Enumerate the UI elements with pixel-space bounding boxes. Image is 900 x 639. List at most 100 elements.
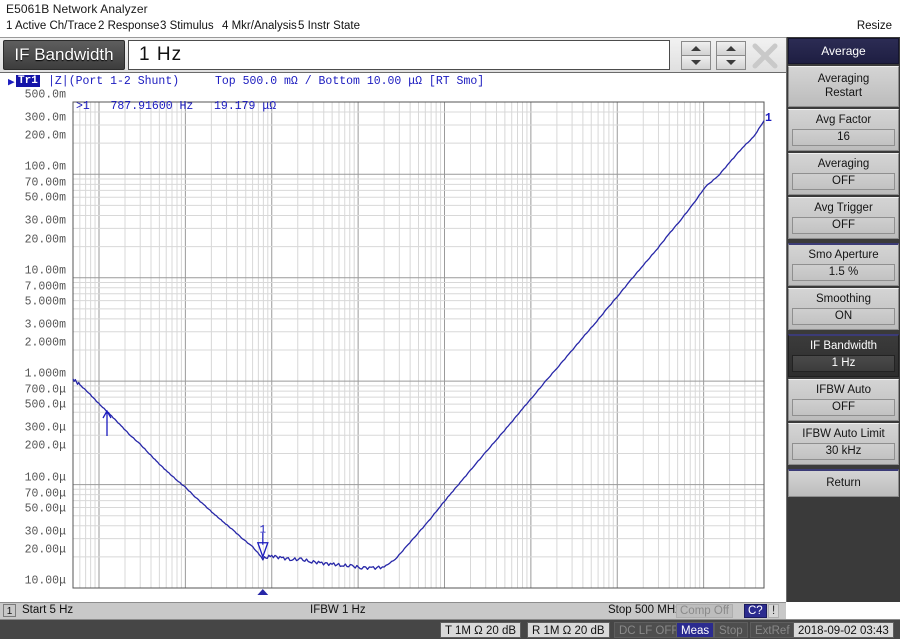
entry-value-field[interactable]: 1 Hz: [128, 40, 670, 70]
softkey-avg-trigger[interactable]: Avg Trigger OFF: [788, 197, 899, 239]
sweep-stop-label[interactable]: Stop 500 MHz: [608, 604, 681, 616]
y-tick-label: 70.00μ: [24, 487, 66, 501]
sweep-start-label[interactable]: Start 5 Hz: [22, 604, 73, 616]
softkey-label: Smoothing: [816, 293, 871, 305]
softkey-panel[interactable]: Average Averaging Restart Avg Factor 16 Aver…: [786, 37, 900, 602]
arrow-down-icon: [691, 60, 701, 65]
menu-item-3[interactable]: 3 Stimulus: [160, 20, 214, 32]
status-item-2[interactable]: DC LF OFF: [614, 622, 684, 638]
plot-area[interactable]: 500.0m 300.0m 200.0m 100.0m 70.00m 50.00m 30.0…: [0, 88, 786, 596]
marker-end-label: 1: [765, 112, 772, 125]
softkey-averaging[interactable]: Averaging OFF: [788, 153, 899, 195]
status-item-1[interactable]: R 1M Ω 20 dB: [527, 622, 610, 638]
resize-label[interactable]: Resize: [857, 20, 892, 32]
softkey-ifbw-auto-limit[interactable]: IFBW Auto Limit 30 kHz: [788, 423, 899, 465]
softkey-value[interactable]: 1 Hz: [792, 355, 895, 372]
softkey-smoothing[interactable]: Smoothing ON: [788, 288, 899, 330]
y-axis-tick-labels: 500.0m 300.0m 200.0m 100.0m 70.00m 50.00m 30.0…: [0, 88, 72, 596]
stepper-down-button[interactable]: [681, 55, 711, 70]
status-item-3[interactable]: Meas: [676, 622, 715, 638]
plot-svg: 1: [72, 101, 765, 595]
x-axis-marker-triangle-icon: [257, 589, 269, 595]
y-tick-label: 1.000m: [24, 367, 66, 381]
arrow-up-icon: [726, 46, 736, 51]
y-tick-label: 3.000m: [24, 318, 66, 332]
status-item-0[interactable]: T 1M Ω 20 dB: [440, 622, 522, 638]
softkey-label: Return: [826, 477, 861, 489]
y-tick-label: 700.0μ: [24, 383, 66, 397]
stepper-down-button[interactable]: [716, 55, 746, 70]
trace-selector[interactable]: Tr1: [16, 75, 40, 87]
marker-readout: >1 787.91600 Hz 19.179 μΩ: [76, 100, 277, 113]
menu-item-2[interactable]: 2 Response: [98, 20, 159, 32]
close-entry-button[interactable]: [750, 41, 780, 70]
entry-parameter-label: IF Bandwidth: [3, 40, 125, 70]
softkey-label: Avg Trigger: [814, 202, 873, 214]
softkey-avg-factor[interactable]: Avg Factor 16: [788, 109, 899, 151]
entry-stepper-fine[interactable]: [716, 41, 746, 70]
softkey-averaging-restart[interactable]: Averaging Restart: [788, 66, 899, 107]
softkey-value[interactable]: OFF: [792, 217, 895, 234]
y-tick-label: 7.000m: [24, 280, 66, 294]
app-title: E5061B Network Analyzer: [6, 2, 148, 16]
status-item-5[interactable]: ExtRef: [750, 622, 795, 638]
softkey-label: Smo Aperture: [808, 249, 879, 261]
y-tick-label: 50.00m: [24, 191, 66, 205]
y-tick-label: 10.00μ: [24, 574, 66, 588]
menu-item-4[interactable]: 4 Mkr/Analysis: [222, 20, 297, 32]
marker-1[interactable]: 1: [256, 525, 269, 559]
channel-number-badge[interactable]: 1: [3, 604, 16, 617]
softkey-label: IFBW Auto Limit: [802, 428, 885, 440]
softkey-list: Averaging Restart Avg Factor 16 Averaging OFF…: [787, 66, 900, 497]
entry-bar: IF Bandwidth 1 Hz: [0, 37, 786, 73]
softkey-value[interactable]: OFF: [792, 399, 895, 416]
trace-format-label: |Z|(Port 1-2 Shunt): [48, 75, 180, 88]
active-trace-caret-icon: ▶: [8, 77, 15, 89]
stepper-up-button[interactable]: [716, 41, 746, 55]
status-item-4[interactable]: Stop: [714, 622, 748, 638]
menu-item-5[interactable]: 5 Instr State: [298, 20, 360, 32]
softkey-value[interactable]: 30 kHz: [792, 443, 895, 460]
grid-lines: [72, 101, 765, 589]
status-bar: T 1M Ω 20 dB R 1M Ω 20 dB DC LF OFF Meas Sto…: [0, 619, 900, 639]
softkey-label: Averaging: [817, 158, 870, 170]
status-item-6[interactable]: 2018-09-02 03:43: [793, 622, 894, 638]
y-tick-label: 200.0m: [24, 129, 66, 143]
softkey-value[interactable]: OFF: [792, 173, 895, 190]
arrow-up-icon: [691, 46, 701, 51]
compensation-status-badge[interactable]: Comp Off: [676, 604, 733, 618]
softkey-label: IF Bandwidth: [809, 340, 878, 352]
softkey-value[interactable]: ON: [792, 308, 895, 325]
softkey-smo-aperture[interactable]: Smo Aperture 1.5 %: [788, 243, 899, 286]
softkey-ifbw-auto[interactable]: IFBW Auto OFF: [788, 379, 899, 421]
y-tick-label: 70.00m: [24, 176, 66, 190]
y-tick-label: 50.00μ: [24, 502, 66, 516]
y-tick-label: 30.00m: [24, 214, 66, 228]
y-tick-label: 300.0μ: [24, 421, 66, 435]
y-tick-label: 100.0m: [24, 160, 66, 174]
stepper-up-button[interactable]: [681, 41, 711, 55]
y-tick-label: 100.0μ: [24, 471, 66, 485]
menu-item-1[interactable]: 1 Active Ch/Trace: [6, 20, 96, 32]
softkey-value[interactable]: 16: [792, 129, 895, 146]
y-tick-label: 10.00m: [24, 264, 66, 278]
close-x-icon: [752, 43, 778, 68]
softkey-label: Averaging Restart: [817, 73, 870, 99]
trace-info-bar: ▶ Tr1 |Z|(Port 1-2 Shunt) Top 500.0 mΩ /…: [0, 74, 786, 90]
y-tick-label: 200.0μ: [24, 439, 66, 453]
graph-canvas[interactable]: 1: [72, 95, 765, 595]
softkey-return[interactable]: Return: [788, 469, 899, 497]
y-tick-label: 5.000m: [24, 295, 66, 309]
softkey-value[interactable]: 1.5 %: [792, 264, 895, 281]
y-tick-label: 300.0m: [24, 111, 66, 125]
cal-status-badge[interactable]: C?: [744, 604, 767, 618]
sweep-ifbw-label[interactable]: IFBW 1 Hz: [310, 604, 366, 616]
trace-scale-label: Top 500.0 mΩ / Bottom 10.00 μΩ [RT Smo]: [215, 75, 485, 88]
softkey-if-bandwidth[interactable]: IF Bandwidth 1 Hz: [788, 334, 899, 377]
y-tick-label: 20.00m: [24, 233, 66, 247]
y-tick-label: 500.0m: [24, 88, 66, 102]
y-tick-label: 500.0μ: [24, 398, 66, 412]
y-tick-label: 20.00μ: [24, 543, 66, 557]
entry-stepper-coarse[interactable]: [681, 41, 711, 70]
warning-badge[interactable]: !: [768, 604, 780, 618]
